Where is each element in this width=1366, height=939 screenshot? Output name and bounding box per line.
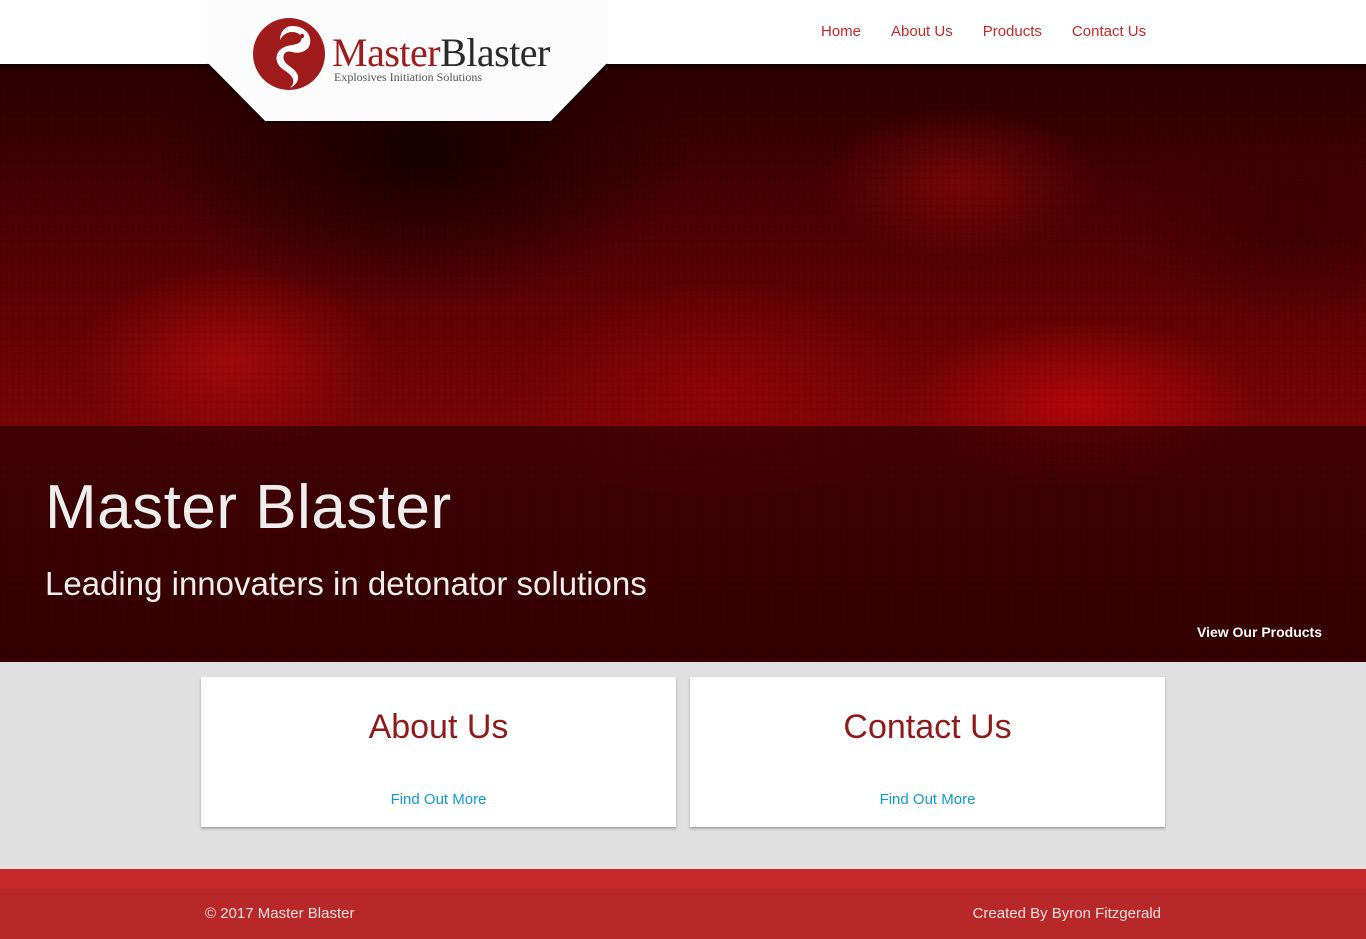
- footer-credit: Created By Byron Fitzgerald: [972, 905, 1161, 922]
- hero-title: Master Blaster: [45, 473, 452, 542]
- dragon-emblem-icon: [253, 18, 325, 90]
- about-us-find-out-more-link[interactable]: Find Out More: [391, 791, 487, 809]
- hero-caption-band: [0, 426, 1366, 662]
- contact-us-find-out-more-link[interactable]: Find Out More: [880, 791, 976, 809]
- footer-copyright: © 2017 Master Blaster: [205, 905, 355, 922]
- nav-contact-link[interactable]: Contact Us: [1057, 22, 1161, 42]
- hero-top-shadow: [0, 64, 1366, 70]
- main-nav: Home About Us Products Contact Us: [806, 22, 1161, 42]
- nav-products-link[interactable]: Products: [968, 22, 1057, 42]
- logo-word-master: Master: [332, 30, 441, 75]
- logo-link[interactable]: MasterBlaster Explosives Initiation Solu…: [207, 0, 608, 123]
- hero-banner: Master Blaster Leading innovaters in det…: [0, 64, 1366, 662]
- site-header: Home About Us Products Contact Us: [0, 0, 1366, 64]
- about-us-card: About Us Find Out More: [201, 677, 676, 827]
- footer-top-strip: [0, 869, 1366, 889]
- contact-us-card: Contact Us Find Out More: [690, 677, 1165, 827]
- about-us-card-title: About Us: [368, 708, 509, 746]
- nav-home-link[interactable]: Home: [806, 22, 876, 42]
- contact-us-card-title: Contact Us: [843, 708, 1012, 746]
- logo-word-blaster: Blaster: [440, 30, 550, 75]
- info-cards-section: About Us Find Out More Contact Us Find O…: [0, 662, 1366, 869]
- hero-subtitle: Leading innovaters in detonator solution…: [45, 565, 647, 602]
- nav-about-link[interactable]: About Us: [876, 22, 968, 42]
- logo-tagline: Explosives Initiation Solutions: [334, 70, 483, 84]
- view-products-button[interactable]: View Our Products: [1182, 620, 1337, 645]
- logo-wordmark: MasterBlaster: [332, 31, 550, 75]
- site-footer: © 2017 Master Blaster Created By Byron F…: [0, 869, 1366, 939]
